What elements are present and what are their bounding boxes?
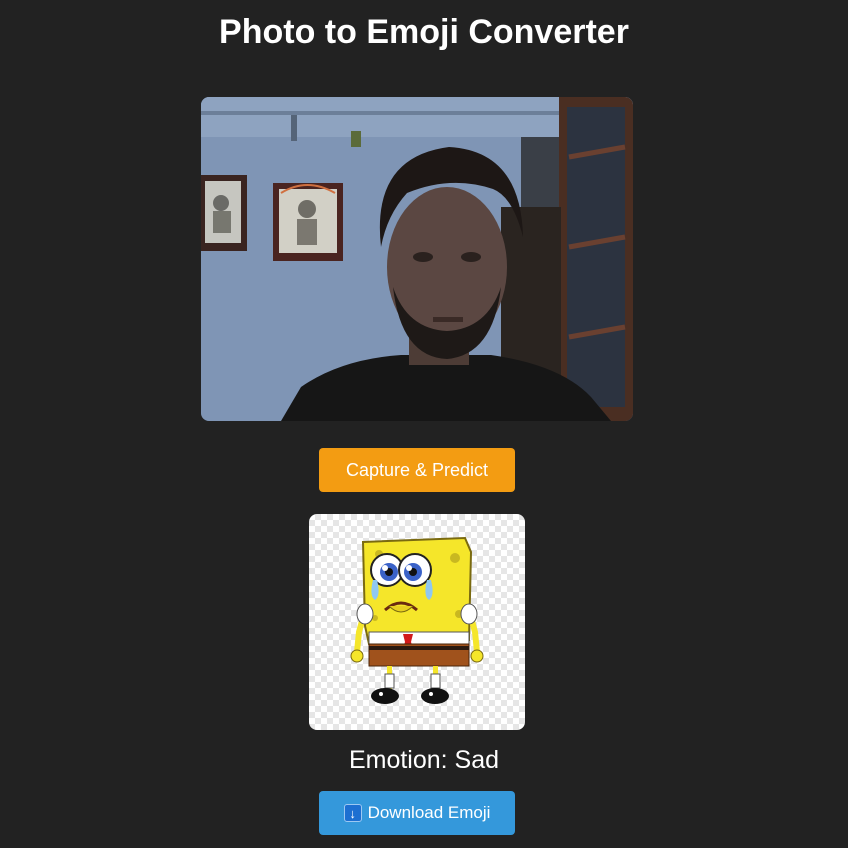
- spongebob-sad-emoji-icon: [350, 536, 484, 704]
- webcam-frame-image: [201, 97, 633, 421]
- download-emoji-label: Download Emoji: [367, 803, 491, 822]
- emoji-result-card: [309, 514, 525, 730]
- app-page: Photo to Emoji Converter Capture & Predi…: [0, 0, 848, 848]
- webcam-preview: [201, 97, 633, 421]
- capture-predict-button[interactable]: Capture & Predict: [319, 448, 515, 492]
- emotion-label: Emotion: Sad: [348, 746, 500, 774]
- download-arrow-icon: ↓: [343, 804, 362, 822]
- page-title: Photo to Emoji Converter: [219, 13, 629, 51]
- download-emoji-button[interactable]: ↓ Download Emoji: [319, 791, 515, 835]
